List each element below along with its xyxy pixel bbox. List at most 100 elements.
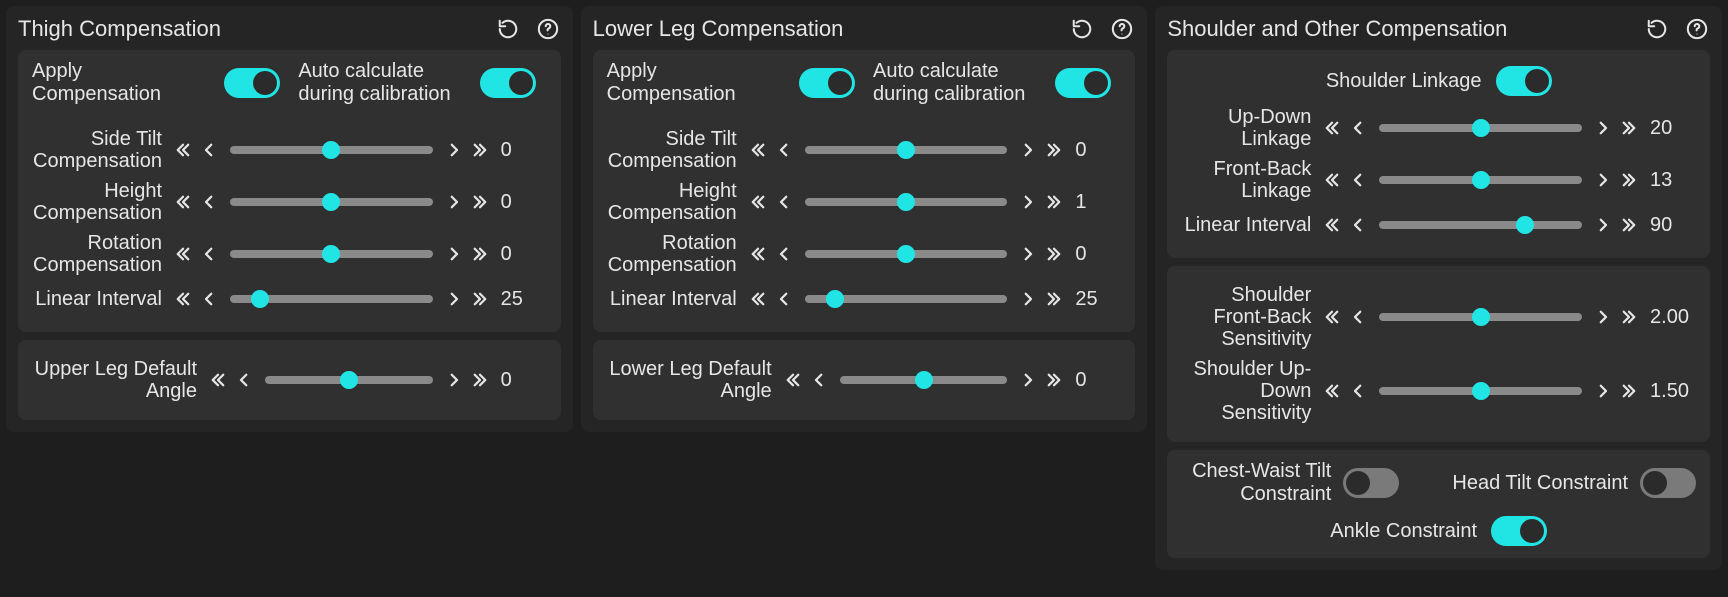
decrement-icon[interactable]	[1347, 165, 1369, 195]
increment-fast-icon[interactable]	[1618, 302, 1640, 332]
decrement-icon[interactable]	[773, 187, 795, 217]
increment-icon[interactable]	[443, 135, 465, 165]
decrement-icon[interactable]	[773, 284, 795, 314]
slider-track[interactable]	[1379, 387, 1582, 395]
decrement-fast-icon[interactable]	[172, 284, 194, 314]
decrement-fast-icon[interactable]	[1321, 302, 1343, 332]
decrement-fast-icon[interactable]	[172, 187, 194, 217]
decrement-fast-icon[interactable]	[782, 365, 804, 395]
increment-fast-icon[interactable]	[1618, 210, 1640, 240]
decrement-icon[interactable]	[198, 135, 220, 165]
reset-icon[interactable]	[495, 16, 521, 42]
decrement-icon[interactable]	[1347, 210, 1369, 240]
slider-label: Linear Interval	[1181, 214, 1311, 236]
auto-calculate-toggle[interactable]	[480, 68, 536, 98]
slider-track[interactable]	[805, 295, 1008, 303]
decrement-fast-icon[interactable]	[1321, 113, 1343, 143]
increment-icon[interactable]	[1592, 210, 1614, 240]
ankle-constraint-label: Ankle Constraint	[1330, 520, 1477, 543]
increment-icon[interactable]	[1592, 302, 1614, 332]
slider-value: 1.50	[1650, 380, 1696, 403]
decrement-icon[interactable]	[773, 135, 795, 165]
increment-fast-icon[interactable]	[469, 239, 491, 269]
help-icon[interactable]	[1109, 16, 1135, 42]
decrement-fast-icon[interactable]	[747, 284, 769, 314]
shoulder-linkage-toggle[interactable]	[1496, 66, 1552, 96]
decrement-fast-icon[interactable]	[747, 187, 769, 217]
apply-compensation-toggle[interactable]	[224, 68, 280, 98]
increment-fast-icon[interactable]	[1043, 239, 1065, 269]
slider-track[interactable]	[805, 198, 1008, 206]
increment-fast-icon[interactable]	[1043, 135, 1065, 165]
decrement-icon[interactable]	[1347, 302, 1369, 332]
decrement-icon[interactable]	[773, 239, 795, 269]
increment-fast-icon[interactable]	[1043, 284, 1065, 314]
slider-track[interactable]	[230, 146, 433, 154]
increment-fast-icon[interactable]	[1618, 113, 1640, 143]
slider-track[interactable]	[230, 198, 433, 206]
increment-fast-icon[interactable]	[1043, 365, 1065, 395]
decrement-fast-icon[interactable]	[747, 239, 769, 269]
help-icon[interactable]	[1684, 16, 1710, 42]
slider-track[interactable]	[805, 250, 1008, 258]
increment-icon[interactable]	[1017, 284, 1039, 314]
apply-compensation-toggle[interactable]	[799, 68, 855, 98]
increment-icon[interactable]	[1017, 135, 1039, 165]
slider-track[interactable]	[805, 146, 1008, 154]
slider-track[interactable]	[840, 376, 1008, 384]
increment-fast-icon[interactable]	[1618, 376, 1640, 406]
slider-track[interactable]	[1379, 176, 1582, 184]
decrement-fast-icon[interactable]	[747, 135, 769, 165]
increment-fast-icon[interactable]	[469, 284, 491, 314]
reset-icon[interactable]	[1644, 16, 1670, 42]
increment-icon[interactable]	[1017, 365, 1039, 395]
decrement-fast-icon[interactable]	[1321, 376, 1343, 406]
slider-label: Shoulder Up-Down Sensitivity	[1181, 358, 1311, 424]
ankle-constraint-toggle[interactable]	[1491, 516, 1547, 546]
decrement-fast-icon[interactable]	[172, 239, 194, 269]
auto-calculate-toggle[interactable]	[1055, 68, 1111, 98]
side-tilt-compensation-row: Side Tilt Compensation 0	[32, 128, 547, 172]
slider-track[interactable]	[1379, 221, 1582, 229]
slider-track[interactable]	[230, 250, 433, 258]
decrement-icon[interactable]	[198, 284, 220, 314]
reset-icon[interactable]	[1069, 16, 1095, 42]
increment-icon[interactable]	[1592, 165, 1614, 195]
help-icon[interactable]	[535, 16, 561, 42]
decrement-icon[interactable]	[1347, 113, 1369, 143]
apply-compensation-label: Apply Compensation	[32, 60, 212, 106]
increment-fast-icon[interactable]	[469, 187, 491, 217]
decrement-icon[interactable]	[1347, 376, 1369, 406]
chest-waist-tilt-constraint-toggle[interactable]	[1343, 468, 1399, 498]
increment-fast-icon[interactable]	[1618, 165, 1640, 195]
increment-icon[interactable]	[1017, 239, 1039, 269]
increment-fast-icon[interactable]	[469, 135, 491, 165]
decrement-icon[interactable]	[198, 187, 220, 217]
decrement-fast-icon[interactable]	[207, 365, 229, 395]
slider-track[interactable]	[265, 376, 433, 384]
decrement-fast-icon[interactable]	[172, 135, 194, 165]
increment-icon[interactable]	[443, 239, 465, 269]
increment-fast-icon[interactable]	[469, 365, 491, 395]
decrement-icon[interactable]	[233, 365, 255, 395]
auto-calculate-label: Auto calculate during calibration	[298, 60, 468, 106]
decrement-fast-icon[interactable]	[1321, 210, 1343, 240]
increment-icon[interactable]	[443, 365, 465, 395]
head-tilt-constraint-toggle[interactable]	[1640, 468, 1696, 498]
slider-value: 0	[501, 191, 547, 214]
slider-track[interactable]	[1379, 124, 1582, 132]
increment-icon[interactable]	[1592, 113, 1614, 143]
increment-icon[interactable]	[1017, 187, 1039, 217]
slider-value: 0	[501, 369, 547, 392]
rotation-compensation-row: Rotation Compensation 0	[607, 232, 1122, 276]
decrement-icon[interactable]	[808, 365, 830, 395]
increment-icon[interactable]	[443, 284, 465, 314]
increment-icon[interactable]	[1592, 376, 1614, 406]
shoulder-compensation-card: Shoulder and Other Compensation Shoulder…	[1155, 6, 1722, 570]
decrement-icon[interactable]	[198, 239, 220, 269]
slider-track[interactable]	[230, 295, 433, 303]
increment-icon[interactable]	[443, 187, 465, 217]
increment-fast-icon[interactable]	[1043, 187, 1065, 217]
decrement-fast-icon[interactable]	[1321, 165, 1343, 195]
slider-track[interactable]	[1379, 313, 1582, 321]
